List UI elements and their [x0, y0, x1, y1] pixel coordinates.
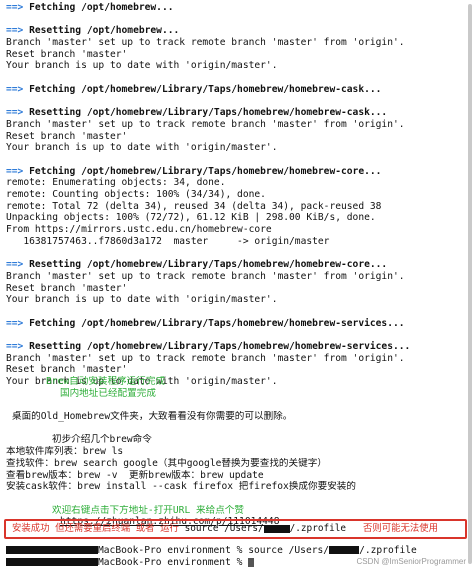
cursor-block [248, 557, 255, 567]
output-line: remote: Total 72 (delta 34), reused 34 (… [6, 200, 382, 212]
output-line: remote: Counting objects: 100% (34/34), … [6, 189, 266, 200]
step-text: Fetching /opt/homebrew... [23, 2, 174, 13]
step-text: Resetting /opt/homebrew/Library/Taps/hom… [23, 259, 388, 271]
output-line: From https://mirrors.ustc.edu.cn/homebre… [6, 224, 272, 236]
arrow-marker: ==> [6, 165, 24, 177]
prompt-2-host: MacBook-Pro environment % [98, 557, 249, 568]
scrollbar-thumb[interactable] [468, 4, 472, 564]
arrow-marker: ==> [6, 83, 24, 95]
redacted-username-block [263, 524, 290, 533]
arrow-marker: ==> [6, 259, 24, 271]
prompt-1-host: MacBook-Pro environment % [98, 545, 249, 556]
step-text: Fetching /opt/homebrew/Library/Taps/home… [23, 317, 405, 329]
redacted-user-block [6, 558, 98, 566]
brew-step-line: ==> Resetting /opt/homebrew/Library/Taps… [6, 341, 466, 353]
output-line: Your branch is up to date with 'origin/m… [6, 376, 278, 387]
prompt-1-cmd: source /Users/ [248, 545, 330, 556]
prompt-line-2[interactable]: MacBook-Pro environment % [6, 557, 255, 569]
arrow-marker: ==> [6, 317, 24, 329]
brew-step-line: ==> Fetching /opt/homebrew/Library/Taps/… [6, 318, 466, 330]
restart-warning-box: 安装成功 但还需要重启终端 或者 运行 source /Users/ /.zpro… [4, 519, 467, 539]
output-line: Reset branch 'master' [6, 364, 128, 376]
terminal-scrollbar[interactable] [467, 0, 473, 569]
output-line: Branch 'master' set up to track remote b… [6, 118, 405, 130]
output-line: Unpacking objects: 100% (72/72), 61.12 K… [6, 212, 376, 224]
brew-step-line: ==> Fetching /opt/homebrew... [6, 2, 466, 14]
output-line: Reset branch 'master' [6, 282, 128, 294]
prompt-line-1[interactable]: MacBook-Pro environment % source /Users/… [6, 545, 417, 557]
brew-step-line: ==> Fetching /opt/homebrew/Library/Taps/… [6, 166, 466, 178]
prompt-1-end: /.zprofile [359, 545, 417, 556]
warning-text-before: 安装成功 但还需要重启终端 或者 运行 [12, 523, 185, 534]
step-text: Resetting /opt/homebrew/Library/Taps/hom… [23, 107, 388, 119]
warning-text-after: 否则可能无法使用 [346, 523, 439, 534]
step-text: Resetting /opt/homebrew/Library/Taps/hom… [23, 340, 411, 352]
redacted-username-block [329, 546, 360, 554]
output-line: 16381757463..f7860d3a172 master -> origi… [6, 235, 330, 247]
output-line: Branch 'master' set up to track remote b… [6, 352, 405, 364]
step-text: Fetching /opt/homebrew/Library/Taps/home… [23, 165, 382, 177]
brew-step-line: ==> Resetting /opt/homebrew/Library/Taps… [6, 107, 466, 119]
brew-step-line: ==> Resetting /opt/homebrew/Library/Taps… [6, 259, 466, 271]
brew-step-line: ==> Fetching /opt/homebrew/Library/Taps/… [6, 84, 466, 96]
warning-source-cmd: source /Users/ [184, 523, 264, 534]
output-line: Your branch is up to date with 'origin/m… [6, 294, 278, 306]
step-text: Resetting /opt/homebrew... [23, 25, 180, 37]
output-line: Reset branch 'master' [6, 48, 128, 60]
output-line: Your branch is up to date with 'origin/m… [6, 60, 278, 72]
terminal-output[interactable]: ==> Fetching /opt/homebrew... ==> Resetti… [0, 0, 466, 569]
watermark-text: CSDN @ImSeniorProgrammer [356, 557, 466, 566]
output-line: remote: Enumerating objects: 34, done. [6, 177, 226, 189]
redacted-user-block [6, 546, 98, 554]
arrow-marker: ==> [6, 2, 24, 13]
arrow-marker: ==> [6, 340, 24, 352]
output-line: Branch 'master' set up to track remote b… [6, 270, 405, 282]
output-line: Your branch is up to date with 'origin/m… [6, 142, 278, 154]
arrow-marker: ==> [6, 25, 24, 37]
step-text: Fetching /opt/homebrew/Library/Taps/home… [23, 83, 382, 95]
brew-step-line: ==> Resetting /opt/homebrew... [6, 25, 466, 37]
warning-source-cmd-end: /.zprofile [289, 523, 347, 534]
output-line: Branch 'master' set up to track remote b… [6, 37, 405, 49]
output-line: Reset branch 'master' [6, 130, 128, 142]
arrow-marker: ==> [6, 107, 24, 119]
